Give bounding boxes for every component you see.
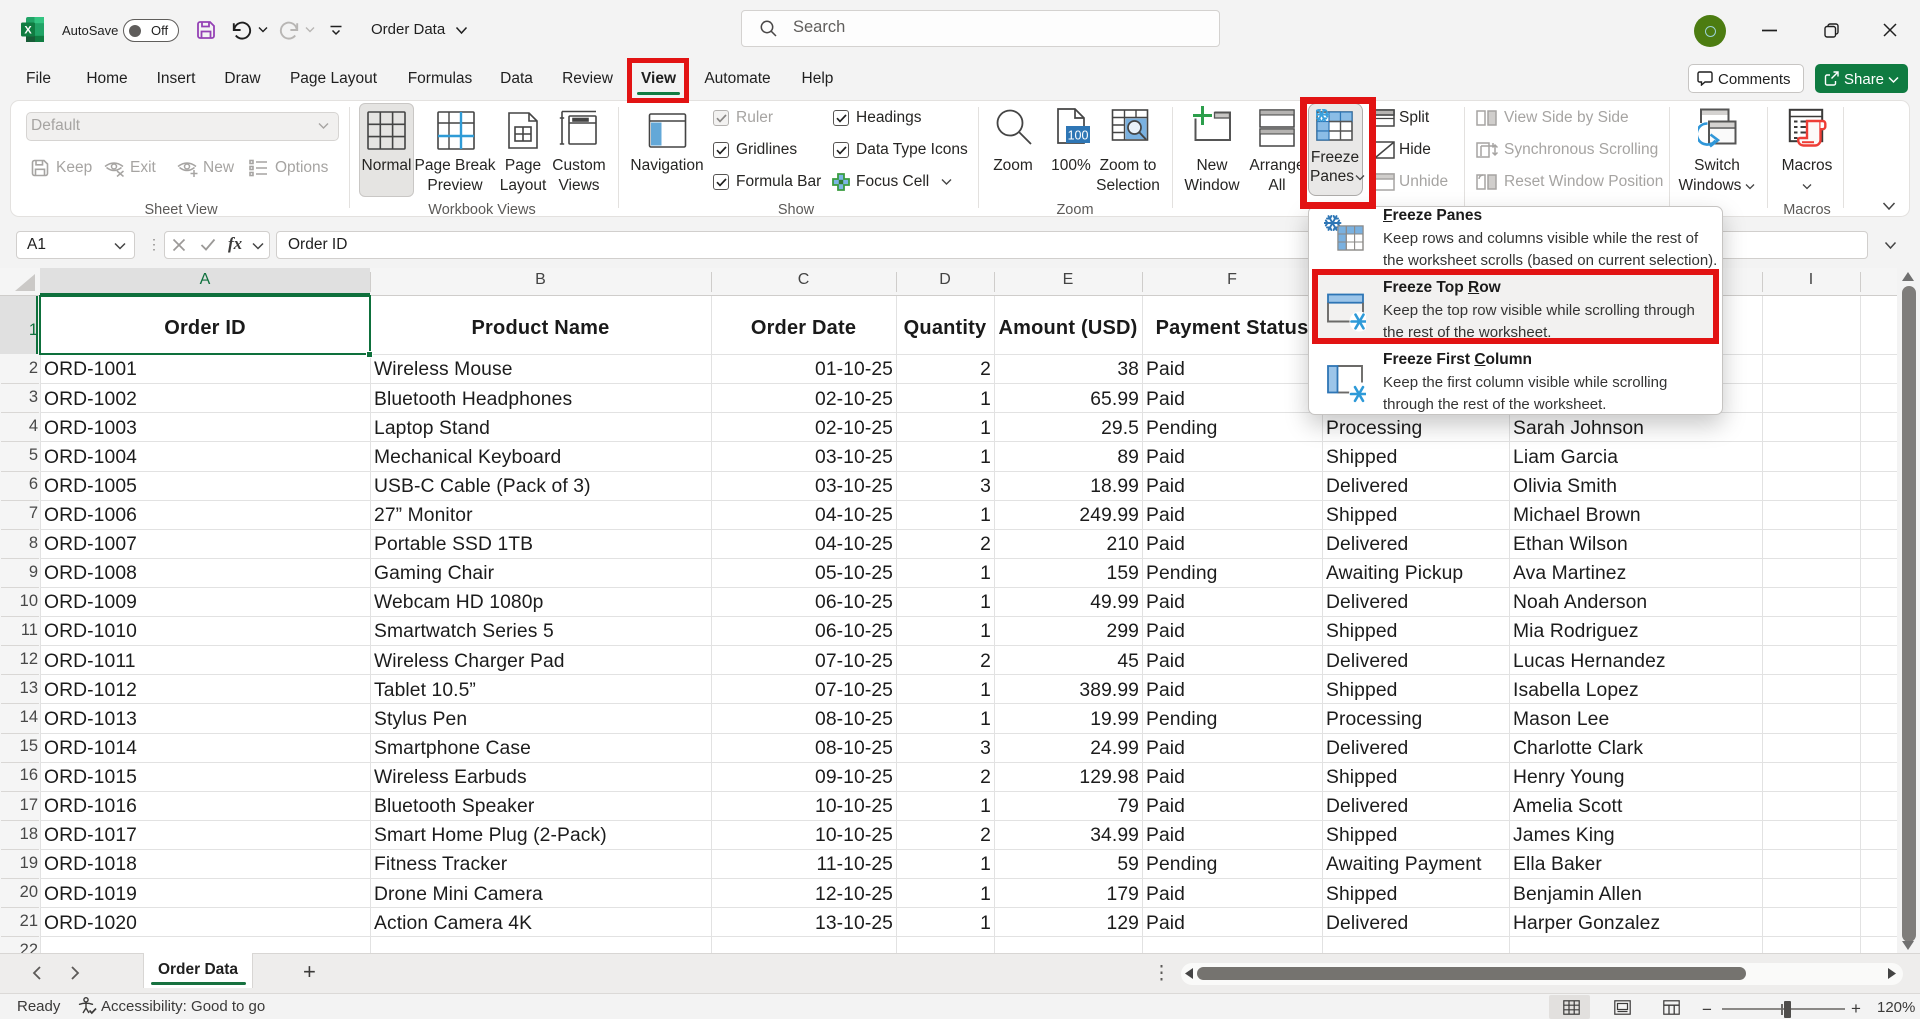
svg-text:X: X: [24, 25, 32, 37]
svg-text:100: 100: [1068, 129, 1089, 143]
